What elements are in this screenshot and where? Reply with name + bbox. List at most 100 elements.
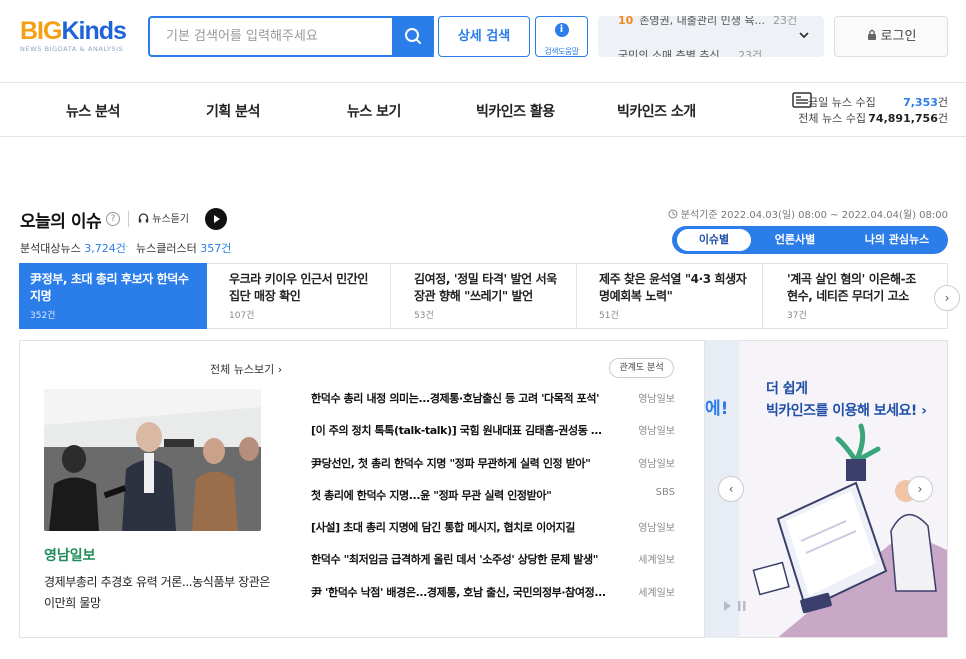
search-help-label: 검색도움말 xyxy=(544,47,579,56)
chevron-down-icon[interactable] xyxy=(798,29,810,44)
news-title: 첫 총리에 한덕수 지명...윤 "정파 무관 실력 인정받아" xyxy=(311,489,552,502)
lead-headline[interactable]: 경제부총리 추경호 유력 거론...농식품부 장관은 이만희 물망 xyxy=(44,572,284,614)
cluster-value: 357 xyxy=(200,242,222,255)
total-collection: 전체 뉴스 수집 74,891,756건 xyxy=(798,110,948,126)
cluster-count: 뉴스클러스터 357건 xyxy=(136,240,231,256)
unit-label: 건 xyxy=(937,112,948,125)
news-list-item[interactable]: 尹당선인, 첫 총리 한덕수 지명 "정파 무관하게 실력 인정 받아" 영남일… xyxy=(311,455,679,475)
help-icon[interactable]: ? xyxy=(106,212,120,226)
news-press: 세계일보 xyxy=(638,588,675,599)
tab-by-press[interactable]: 언론사별 xyxy=(762,229,828,251)
issue-headline: 제주 찾은 윤석열 "4·3 희생자 명예회복 노력" xyxy=(599,272,747,303)
all-news-link[interactable]: 전체 뉴스보기 › xyxy=(210,361,282,377)
banner-line1: 더 쉽게 xyxy=(766,381,808,397)
news-list-item[interactable]: [이 주의 정치 톡톡(talk-talk)] 국힘 원내대표 김태흠-권성동 … xyxy=(311,422,679,442)
dot-separator: · xyxy=(125,240,129,253)
total-collection-value: 74,891,756 xyxy=(868,112,938,125)
issue-card[interactable]: 우크라 키이우 인근서 민간인 집단 매장 확인 107건 xyxy=(207,263,391,329)
chevron-left-icon[interactable]: ‹ xyxy=(718,476,744,502)
ticker-count: 23건 xyxy=(738,49,763,57)
nav-news-view[interactable]: 뉴스 보기 xyxy=(347,101,401,121)
today-collection-value: 7,353 xyxy=(903,96,938,109)
nav-news-analysis[interactable]: 뉴스 분석 xyxy=(66,101,120,121)
today-collection: 금일 뉴스 수집 7,353건 xyxy=(808,94,948,110)
news-title: [사설] 초대 총리 지명에 담긴 통합 메시지, 협치로 이어지길 xyxy=(311,521,576,534)
logo-kinds: Kinds xyxy=(61,17,126,45)
ticker-row: 국민의 소매 측별 추신... 23건 xyxy=(618,47,762,57)
news-press: 영남일보 xyxy=(638,394,675,405)
issue-card[interactable]: '계곡 살인 혐의' 이은해-조현수, 네티즌 무더기 고소 37건 xyxy=(763,263,948,329)
issue-headline: 우크라 키이우 인근서 민간인 집단 매장 확인 xyxy=(229,272,369,303)
analysis-basis: 분석기준 2022.04.03(일) 08:00 ~ 2022.04.04(월)… xyxy=(668,206,948,221)
news-list-item[interactable]: 尹 '한덕수 낙점' 배경은...경제통, 호남 출신, 국민의정부·참여정..… xyxy=(311,584,679,604)
issue-count: 53건 xyxy=(414,311,434,321)
hot-keyword-ticker[interactable]: 10 존영권, 내출관리 민생 육... 23건 국민의 소매 측별 추신... 23… xyxy=(598,16,824,57)
tab-my-interest[interactable]: 나의 관심뉴스 xyxy=(852,229,942,251)
ticker-count: 23건 xyxy=(773,16,798,27)
news-list-item[interactable]: [사설] 초대 총리 지명에 담긴 통합 메시지, 협치로 이어지길 영남일보 xyxy=(311,519,679,539)
ticker-text: 존영권, 내출관리 민생 육... xyxy=(639,16,765,27)
ticker-text: 국민의 소매 측별 추신... xyxy=(618,49,731,57)
news-press: 세계일보 xyxy=(638,555,675,566)
listen-news-button[interactable]: 뉴스듣기 xyxy=(138,210,189,225)
news-title: [이 주의 정치 톡톡(talk-talk)] 국힘 원내대표 김태흠-권성동 … xyxy=(311,424,606,437)
nav-planned-analysis[interactable]: 기획 분석 xyxy=(206,101,260,121)
info-icon: i xyxy=(554,23,569,37)
issue-headline: '계곡 살인 혐의' 이은해-조현수, 네티즌 무더기 고소 xyxy=(787,272,916,303)
news-photo[interactable] xyxy=(44,389,261,531)
issue-headline: 尹정부, 초대 총리 후보자 한덕수 지명 xyxy=(30,272,189,303)
analysis-basis-text: 분석기준 2022.04.03(일) 08:00 ~ 2022.04.04(월)… xyxy=(680,210,948,221)
analysis-label: 분석대상뉴스 xyxy=(20,242,81,255)
ticker-row: 10 존영권, 내출관리 민생 육... 23건 xyxy=(618,16,797,28)
relation-analysis-button[interactable]: 관계도 분석 xyxy=(609,358,674,378)
issue-count: 37건 xyxy=(787,311,807,321)
banner-title[interactable]: 더 쉽게 빅카인즈를 이용해 보세요! › xyxy=(766,378,927,422)
news-title: 한덕수 총리 내정 의미는...경제통·호남출신 등 고려 '다목적 포석' xyxy=(311,392,600,405)
clock-icon xyxy=(668,209,678,219)
news-press: 영남일보 xyxy=(638,523,675,534)
advanced-search-button[interactable]: 상세 검색 xyxy=(438,16,530,57)
ticker-rank: 10 xyxy=(618,16,634,27)
banner-line2: 빅카인즈를 이용해 보세요! › xyxy=(766,403,927,419)
login-button[interactable]: 로그인 xyxy=(834,16,948,57)
bigkinds-logo[interactable]: BIGKinds NEWS BIGDATA & ANALYSIS xyxy=(20,17,128,53)
header-divider xyxy=(0,82,966,83)
analysis-value: 3,724 xyxy=(84,242,116,255)
issue-card[interactable]: 제주 찾은 윤석열 "4·3 희생자 명예회복 노력" 51건 xyxy=(577,263,763,329)
issue-card[interactable]: 김여정, '정밀 타격' 발언 서욱 장관 향해 "쓰레기" 발언 53건 xyxy=(391,263,577,329)
nav-bigkinds-intro[interactable]: 빅카인즈 소개 xyxy=(617,101,696,121)
logo-subtitle: NEWS BIGDATA & ANALYSIS xyxy=(20,45,124,53)
nav-bigkinds-use[interactable]: 빅카인즈 활용 xyxy=(476,101,555,121)
news-title: 한덕수 "최저임금 급격하게 올린 데서 '소주성' 상당한 문제 발생" xyxy=(311,553,599,566)
banner-prev-text: 에! xyxy=(705,399,729,419)
search-help-button[interactable]: i 검색도움말 xyxy=(535,16,588,57)
section-title: 오늘의 이슈 xyxy=(20,212,102,232)
unit-label: 건 xyxy=(937,96,948,109)
issue-tab-bar: 이슈별 언론사별 나의 관심뉴스 xyxy=(672,226,948,254)
press-logo: 영남일보 xyxy=(44,548,96,564)
tab-by-issue[interactable]: 이슈별 xyxy=(677,229,751,251)
nav-divider xyxy=(0,136,966,137)
lock-icon xyxy=(867,29,876,40)
headphones-icon xyxy=(138,213,149,223)
news-list-item[interactable]: 한덕수 "최저임금 급격하게 올린 데서 '소주성' 상당한 문제 발생" 세계… xyxy=(311,551,679,571)
news-title: 尹당선인, 첫 총리 한덕수 지명 "정파 무관하게 실력 인정 받아" xyxy=(311,457,591,470)
issue-card[interactable]: 尹정부, 초대 총리 후보자 한덕수 지명 352건 xyxy=(19,263,207,329)
today-collection-label: 금일 뉴스 수집 xyxy=(808,96,876,109)
total-collection-label: 전체 뉴스 수집 xyxy=(798,112,866,125)
logo-big: BIG xyxy=(20,17,62,45)
news-list-item[interactable]: 한덕수 총리 내정 의미는...경제통·호남출신 등 고려 '다목적 포석' 영… xyxy=(311,390,679,410)
search-button[interactable] xyxy=(392,16,434,57)
unit-label: 건 xyxy=(221,242,232,255)
banner-controls[interactable] xyxy=(724,600,754,615)
search-icon xyxy=(405,28,421,44)
play-icon[interactable] xyxy=(205,208,227,230)
analysis-count: 분석대상뉴스 3,724건 xyxy=(20,240,126,256)
news-press: SBS xyxy=(655,487,675,498)
chevron-right-icon[interactable]: › xyxy=(934,285,960,311)
issue-headline: 김여정, '정밀 타격' 발언 서욱 장관 향해 "쓰레기" 발언 xyxy=(414,272,557,303)
divider xyxy=(128,211,129,227)
chevron-right-icon[interactable]: › xyxy=(907,476,933,502)
news-list-item[interactable]: 첫 총리에 한덕수 지명...윤 "정파 무관 실력 인정받아" SBS xyxy=(311,487,679,507)
listen-news-label: 뉴스듣기 xyxy=(152,214,189,225)
